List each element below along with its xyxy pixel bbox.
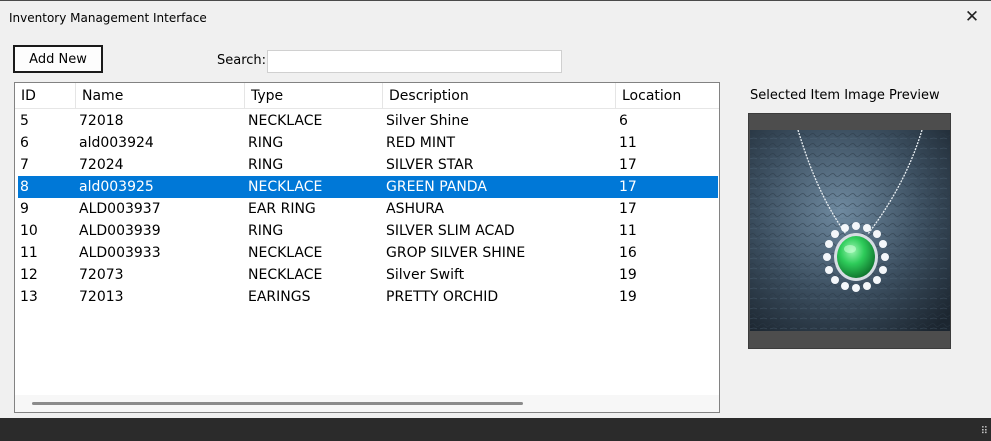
cell-name: 72024 <box>79 157 124 173</box>
column-header-id[interactable]: ID <box>15 83 75 109</box>
cell-type: NECKLACE <box>248 267 323 283</box>
close-icon: ✕ <box>964 7 980 27</box>
cell-location: 11 <box>619 135 637 151</box>
cell-id: 11 <box>20 245 38 261</box>
cell-location: 17 <box>619 201 637 217</box>
resize-grip-icon[interactable]: ⠿ <box>976 426 988 438</box>
cell-location: 16 <box>619 245 637 261</box>
cell-description: SILVER STAR <box>386 157 474 173</box>
cell-name: ald003925 <box>79 179 154 195</box>
table-row[interactable]: 5 72018 NECKLACE Silver Shine 6 <box>18 110 718 132</box>
cell-id: 7 <box>20 157 29 173</box>
status-bar: ⠿ <box>0 418 991 441</box>
cell-name: ald003924 <box>79 135 154 151</box>
table-row[interactable]: 12 72073 NECKLACE Silver Swift 19 <box>18 264 718 286</box>
cell-description: GREEN PANDA <box>386 179 487 195</box>
table-row[interactable]: 6 ald003924 RING RED MINT 11 <box>18 132 718 154</box>
cell-type: RING <box>248 135 284 151</box>
grid-header: ID Name Type Description Location <box>15 83 719 109</box>
search-input[interactable] <box>267 50 562 73</box>
cell-name: 72013 <box>79 289 124 305</box>
table-row[interactable]: 8 ald003925 NECKLACE GREEN PANDA 17 <box>18 176 718 198</box>
table-row[interactable]: 10 ALD003939 RING SILVER SLIM ACAD 11 <box>18 220 718 242</box>
column-header-location[interactable]: Location <box>615 83 719 109</box>
cell-id: 9 <box>20 201 29 217</box>
cell-location: 6 <box>619 113 628 129</box>
cell-type: NECKLACE <box>248 179 323 195</box>
cell-location: 17 <box>619 179 637 195</box>
cell-type: NECKLACE <box>248 113 323 129</box>
cell-description: Silver Swift <box>386 267 465 283</box>
cell-type: RING <box>248 157 284 173</box>
cell-description: Silver Shine <box>386 113 469 129</box>
image-preview-frame <box>748 113 951 349</box>
scrollbar-thumb[interactable] <box>32 402 523 405</box>
cell-type: EARINGS <box>248 289 311 305</box>
cell-type: NECKLACE <box>248 245 323 261</box>
close-button[interactable]: ✕ <box>959 5 985 29</box>
horizontal-scrollbar[interactable] <box>15 395 719 412</box>
cell-id: 10 <box>20 223 38 239</box>
cell-name: ALD003937 <box>79 201 161 217</box>
preview-label: Selected Item Image Preview <box>750 88 940 103</box>
cell-location: 11 <box>619 223 637 239</box>
cell-description: RED MINT <box>386 135 456 151</box>
search-label: Search: <box>217 53 267 68</box>
cell-name: ALD003933 <box>79 245 161 261</box>
cell-type: EAR RING <box>248 201 316 217</box>
table-row[interactable]: 11 ALD003933 NECKLACE GROP SILVER SHINE 16 <box>18 242 718 264</box>
cell-id: 12 <box>20 267 38 283</box>
window-title: Inventory Management Interface <box>9 11 207 25</box>
cell-description: SILVER SLIM ACAD <box>386 223 515 239</box>
cell-type: RING <box>248 223 284 239</box>
cell-location: 19 <box>619 267 637 283</box>
cell-description: ASHURA <box>386 201 444 217</box>
column-header-name[interactable]: Name <box>75 83 244 109</box>
add-new-button[interactable]: Add New <box>13 45 103 73</box>
cell-description: GROP SILVER SHINE <box>386 245 526 261</box>
cell-name: 72073 <box>79 267 124 283</box>
cell-location: 19 <box>619 289 637 305</box>
table-row[interactable]: 7 72024 RING SILVER STAR 17 <box>18 154 718 176</box>
cell-id: 8 <box>20 179 29 195</box>
cell-name: 72018 <box>79 113 124 129</box>
inventory-grid[interactable]: ID Name Type Description Location 5 72018… <box>14 82 720 413</box>
table-row[interactable]: 9 ALD003937 EAR RING ASHURA 17 <box>18 198 718 220</box>
necklace-image <box>750 130 950 331</box>
column-header-description[interactable]: Description <box>382 83 615 109</box>
title-bar: Inventory Management Interface ✕ <box>0 0 991 36</box>
column-header-type[interactable]: Type <box>244 83 382 109</box>
cell-id: 6 <box>20 135 29 151</box>
cell-description: PRETTY ORCHID <box>386 289 499 305</box>
cell-name: ALD003939 <box>79 223 161 239</box>
cell-id: 5 <box>20 113 29 129</box>
cell-id: 13 <box>20 289 38 305</box>
table-row[interactable]: 13 72013 EARINGS PRETTY ORCHID 19 <box>18 286 718 308</box>
cell-location: 17 <box>619 157 637 173</box>
